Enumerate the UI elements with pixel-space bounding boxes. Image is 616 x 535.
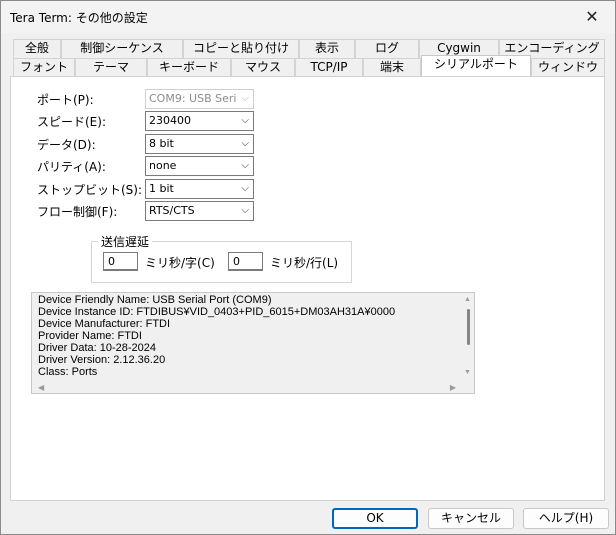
- settings-dialog: Tera Term: その他の設定 ✕ 全般 制御シーケンス コピーと貼り付け …: [0, 0, 616, 535]
- help-button[interactable]: ヘルプ(H): [523, 508, 609, 529]
- tab-display[interactable]: 表示: [299, 39, 355, 58]
- scroll-down-icon[interactable]: ▼: [464, 369, 472, 376]
- scroll-right-icon[interactable]: ▶: [450, 383, 456, 392]
- chevron-down-icon: ⌵: [241, 160, 249, 171]
- title-bar: Tera Term: その他の設定 ✕: [1, 1, 615, 33]
- chevron-down-icon: ⌵: [241, 205, 249, 216]
- tab-mouse[interactable]: マウス: [231, 58, 295, 77]
- window-title: Tera Term: その他の設定: [10, 11, 148, 25]
- port-select[interactable]: COM9: USB Seri ⌵: [145, 89, 254, 109]
- chevron-down-icon: ⌵: [241, 115, 249, 126]
- vertical-scrollbar-thumb[interactable]: [467, 309, 470, 345]
- port-label: ポート(P):: [37, 93, 94, 107]
- data-bits-select[interactable]: 8 bit ⌵: [145, 134, 254, 154]
- flow-control-label: フロー制御(F):: [37, 205, 118, 219]
- tab-font[interactable]: フォント: [13, 58, 75, 77]
- data-bits-value: 8 bit: [149, 137, 174, 150]
- tab-general[interactable]: 全般: [13, 39, 61, 58]
- scroll-up-icon[interactable]: ▲: [464, 296, 472, 303]
- speed-label: スピード(E):: [37, 115, 106, 129]
- parity-value: none: [149, 159, 177, 172]
- chevron-down-icon: ⌵: [241, 183, 249, 194]
- device-info-text: Device Friendly Name: USB Serial Port (C…: [38, 294, 395, 378]
- device-info-line: Provider Name: FTDI: [38, 330, 142, 342]
- port-value: COM9: USB Seri: [149, 92, 237, 105]
- flow-control-value: RTS/CTS: [149, 204, 195, 217]
- char-delay-unit: ミリ秒/字(C): [145, 256, 215, 270]
- chevron-down-icon: ⌵: [241, 93, 249, 104]
- tab-terminal[interactable]: 端末: [363, 58, 421, 77]
- chevron-down-icon: ⌵: [241, 138, 249, 149]
- speed-select[interactable]: 230400 ⌵: [145, 111, 254, 131]
- device-info-line: Driver Version: 2.12.36.20: [38, 354, 166, 366]
- device-info-box: Device Friendly Name: USB Serial Port (C…: [31, 292, 475, 394]
- device-info-line: Driver Data: 10-28-2024: [38, 342, 157, 354]
- tab-tcpip[interactable]: TCP/IP: [295, 58, 363, 77]
- device-info-line: Class: Ports: [38, 366, 98, 378]
- tab-control-sequence[interactable]: 制御シーケンス: [61, 39, 183, 58]
- close-icon[interactable]: ✕: [569, 1, 615, 33]
- transmit-delay-legend: 送信遅延: [98, 233, 153, 250]
- serial-port-panel: ポート(P): COM9: USB Seri ⌵ スピード(E): 230400…: [10, 76, 605, 501]
- parity-select[interactable]: none ⌵: [145, 156, 254, 176]
- transmit-delay-group: 送信遅延 0 ミリ秒/字(C) 0 ミリ秒/行(L): [91, 233, 352, 283]
- speed-value: 230400: [149, 114, 191, 127]
- line-delay-input[interactable]: 0: [228, 252, 263, 271]
- stop-bits-value: 1 bit: [149, 182, 174, 195]
- device-info-line: Device Friendly Name: USB Serial Port (C…: [38, 294, 272, 306]
- stop-bits-select[interactable]: 1 bit ⌵: [145, 179, 254, 199]
- tab-serial-port[interactable]: シリアルポート: [421, 55, 531, 76]
- ok-button[interactable]: OK: [332, 508, 418, 529]
- cancel-button[interactable]: キャンセル: [428, 508, 514, 529]
- char-delay-input[interactable]: 0: [103, 252, 138, 271]
- stop-bits-label: ストップビット(S):: [37, 183, 143, 197]
- device-info-line: Device Manufacturer: FTDI: [38, 318, 171, 330]
- tab-copy-paste[interactable]: コピーと貼り付け: [183, 39, 299, 58]
- line-delay-unit: ミリ秒/行(L): [270, 256, 339, 270]
- tab-theme[interactable]: テーマ: [75, 58, 147, 77]
- device-info-line: Device Instance ID: FTDIBUS¥VID_0403+PID…: [38, 306, 396, 318]
- tab-window[interactable]: ウィンドウ: [531, 58, 605, 77]
- parity-label: パリティ(A):: [37, 160, 106, 174]
- scroll-left-icon[interactable]: ◀: [38, 383, 44, 392]
- tab-keyboard[interactable]: キーボード: [147, 58, 231, 77]
- flow-control-select[interactable]: RTS/CTS ⌵: [145, 201, 254, 221]
- data-bits-label: データ(D):: [37, 138, 96, 152]
- tab-log[interactable]: ログ: [355, 39, 419, 58]
